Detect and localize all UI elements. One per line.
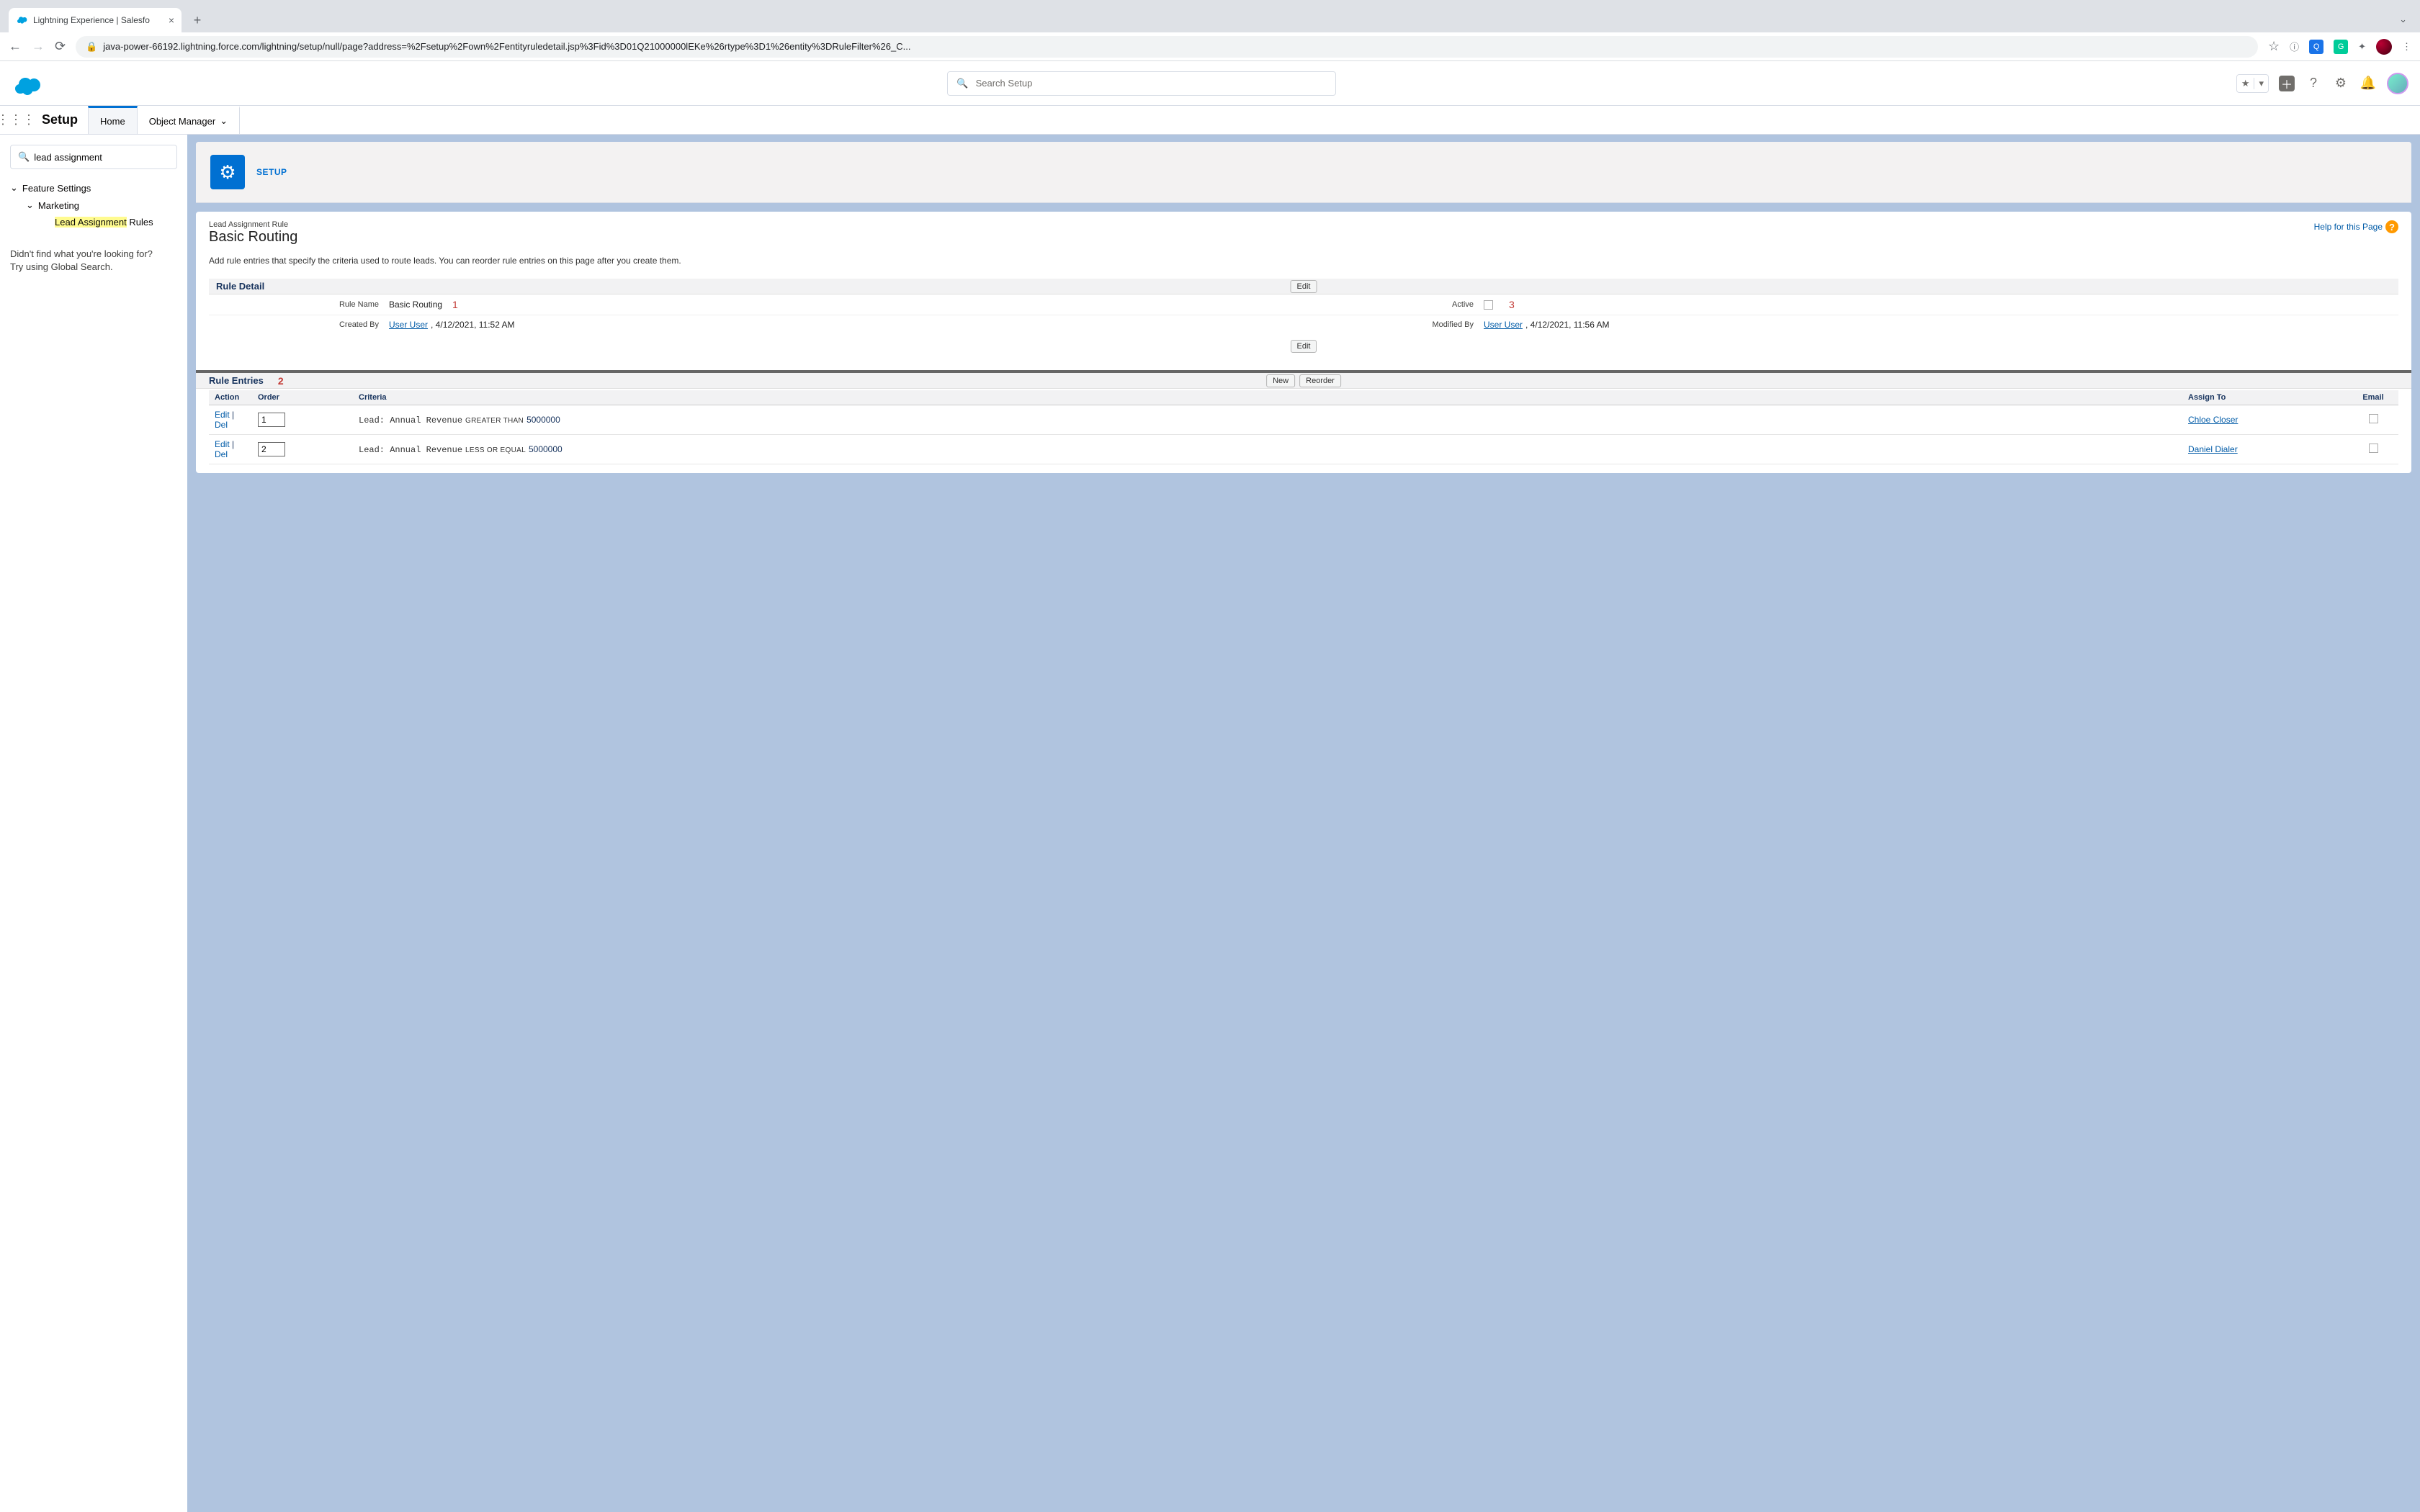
created-by-user-link[interactable]: User User [389,320,428,330]
url-text: java-power-66192.lightning.force.com/lig… [103,41,910,52]
col-action: Action [209,390,252,405]
close-tab-icon[interactable]: × [169,14,174,26]
section-rule-detail: Rule Detail Edit [209,279,2398,294]
order-input[interactable] [258,442,285,456]
rule-entries-table: Action Order Criteria Assign To Email Ed… [209,390,2398,464]
info-icon[interactable]: ⓘ [2290,40,2299,53]
field-label-created-by: Created By [209,320,389,330]
search-icon: 🔍 [18,151,30,163]
extensions-puzzle-icon[interactable]: ✦ [2358,41,2366,53]
chrome-menu-icon[interactable]: ⋮ [2402,41,2411,53]
chrome-profile-avatar[interactable] [2376,39,2392,55]
col-assign-to: Assign To [2182,390,2348,405]
rule-type-label: Lead Assignment Rule [209,220,297,229]
notifications-bell-icon[interactable]: 🔔 [2360,75,2377,92]
new-tab-button[interactable]: + [187,10,207,30]
help-link[interactable]: Help for this Page ? [2314,220,2398,233]
search-placeholder: Search Setup [976,78,1033,89]
chevron-down-icon: ⌄ [220,115,228,127]
favorites-button[interactable]: ★▾ [2236,74,2269,93]
tree-node-marketing[interactable]: ⌄ Marketing [26,197,177,214]
salesforce-favicon [16,14,27,26]
app-name: Setup [32,106,88,134]
annotation-3: 3 [1509,299,1515,310]
reload-button[interactable]: ⟳ [55,39,66,54]
global-actions-plus-icon[interactable]: ＋ [2279,76,2295,91]
reorder-button[interactable]: Reorder [1299,374,1341,387]
tree-node-feature-settings[interactable]: ⌄ Feature Settings [10,179,177,197]
tab-title: Lightning Experience | Salesfo [33,15,150,25]
tree-link-lead-assignment-rules[interactable]: Lead Assignment Rules [42,214,177,230]
active-checkbox [1484,300,1493,310]
email-checkbox [2369,414,2378,423]
table-row: Edit | Del Lead: Annual RevenueGREATER T… [209,405,2398,435]
browser-tab-strip: Lightning Experience | Salesfo × + ⌄ [0,0,2420,32]
extension-icons: ⓘ Q G ✦ ⋮ [2290,39,2411,55]
setup-search-input[interactable]: 🔍 Search Setup [947,71,1336,96]
col-email: Email [2348,390,2398,405]
field-value-rule-name: Basic Routing [389,300,442,310]
header-actions: ★▾ ＋ ? ⚙ 🔔 [2236,73,2408,94]
browser-tab[interactable]: Lightning Experience | Salesfo × [9,8,182,32]
browser-address-bar: ← → ⟳ 🔒 java-power-66192.lightning.force… [0,32,2420,61]
col-criteria: Criteria [353,390,2182,405]
back-button[interactable]: ← [9,39,22,54]
nav-tab-object-manager[interactable]: Object Manager ⌄ [138,106,240,134]
assign-to-link[interactable]: Daniel Dialer [2188,444,2238,454]
help-icon[interactable]: ? [2305,75,2322,92]
search-icon: 🔍 [956,78,968,89]
row-del-link[interactable]: Del [215,449,228,459]
forward-button: → [32,39,45,54]
edit-button[interactable]: Edit [1291,280,1317,293]
salesforce-logo[interactable] [12,71,48,96]
section-rule-entries: Rule Entries 2 New Reorder [196,373,2411,389]
row-edit-link[interactable]: Edit [215,439,230,449]
salesforce-header: 🔍 Search Setup ★▾ ＋ ? ⚙ 🔔 [0,61,2420,106]
lock-icon: 🔒 [86,41,97,53]
setup-gear-tile-icon: ⚙ [210,155,245,189]
modified-by-time: , 4/12/2021, 11:56 AM [1525,320,1610,330]
extension-icon-green[interactable]: G [2334,40,2348,54]
assign-to-link[interactable]: Chloe Closer [2188,415,2238,425]
field-label-active: Active [1304,299,1484,310]
chevron-down-icon: ⌄ [26,199,34,211]
annotation-1: 1 [452,299,458,310]
table-row: Edit | Del Lead: Annual RevenueLESS OR E… [209,435,2398,464]
not-found-hint: Didn't find what you're looking for? Try… [10,248,177,274]
new-button[interactable]: New [1266,374,1295,387]
setup-tree-sidebar: 🔍 lead assignment ⌄ Feature Settings ⌄ M… [0,135,187,1512]
modified-by-user-link[interactable]: User User [1484,320,1523,330]
setup-breadcrumb: SETUP [256,167,287,177]
chevron-down-icon: ⌄ [10,182,18,194]
app-nav-bar: ⋮⋮⋮ Setup Home Object Manager ⌄ [0,106,2420,135]
extension-icon-blue[interactable]: Q [2309,40,2323,54]
star-bookmark-icon[interactable]: ☆ [2268,39,2280,54]
edit-button-bottom[interactable]: Edit [1291,340,1317,353]
quick-find-input[interactable]: 🔍 lead assignment [10,145,177,169]
rule-detail-panel: Lead Assignment Rule Basic Routing Help … [196,212,2411,473]
row-edit-link[interactable]: Edit [215,410,230,420]
page-description: Add rule entries that specify the criter… [209,256,2398,266]
setup-gear-icon[interactable]: ⚙ [2332,75,2349,92]
annotation-2: 2 [278,375,284,387]
field-label-rule-name: Rule Name [209,299,389,310]
app-launcher-waffle-icon[interactable]: ⋮⋮⋮ [0,106,32,134]
row-del-link[interactable]: Del [215,420,228,430]
address-input[interactable]: 🔒 java-power-66192.lightning.force.com/l… [76,36,2258,58]
help-icon: ? [2385,220,2398,233]
main-content-area: ⚙ SETUP Lead Assignment Rule Basic Routi… [187,135,2420,1512]
field-label-modified-by: Modified By [1304,320,1484,330]
email-checkbox [2369,444,2378,453]
rule-title: Basic Routing [209,229,297,246]
order-input[interactable] [258,413,285,427]
created-by-time: , 4/12/2021, 11:52 AM [431,320,515,330]
quick-find-value: lead assignment [34,152,102,163]
user-avatar[interactable] [2387,73,2408,94]
nav-tab-home[interactable]: Home [88,106,138,134]
page-header: ⚙ SETUP [196,142,2411,203]
chrome-minimize-icon[interactable]: ⌄ [2399,14,2407,25]
col-order: Order [252,390,353,405]
